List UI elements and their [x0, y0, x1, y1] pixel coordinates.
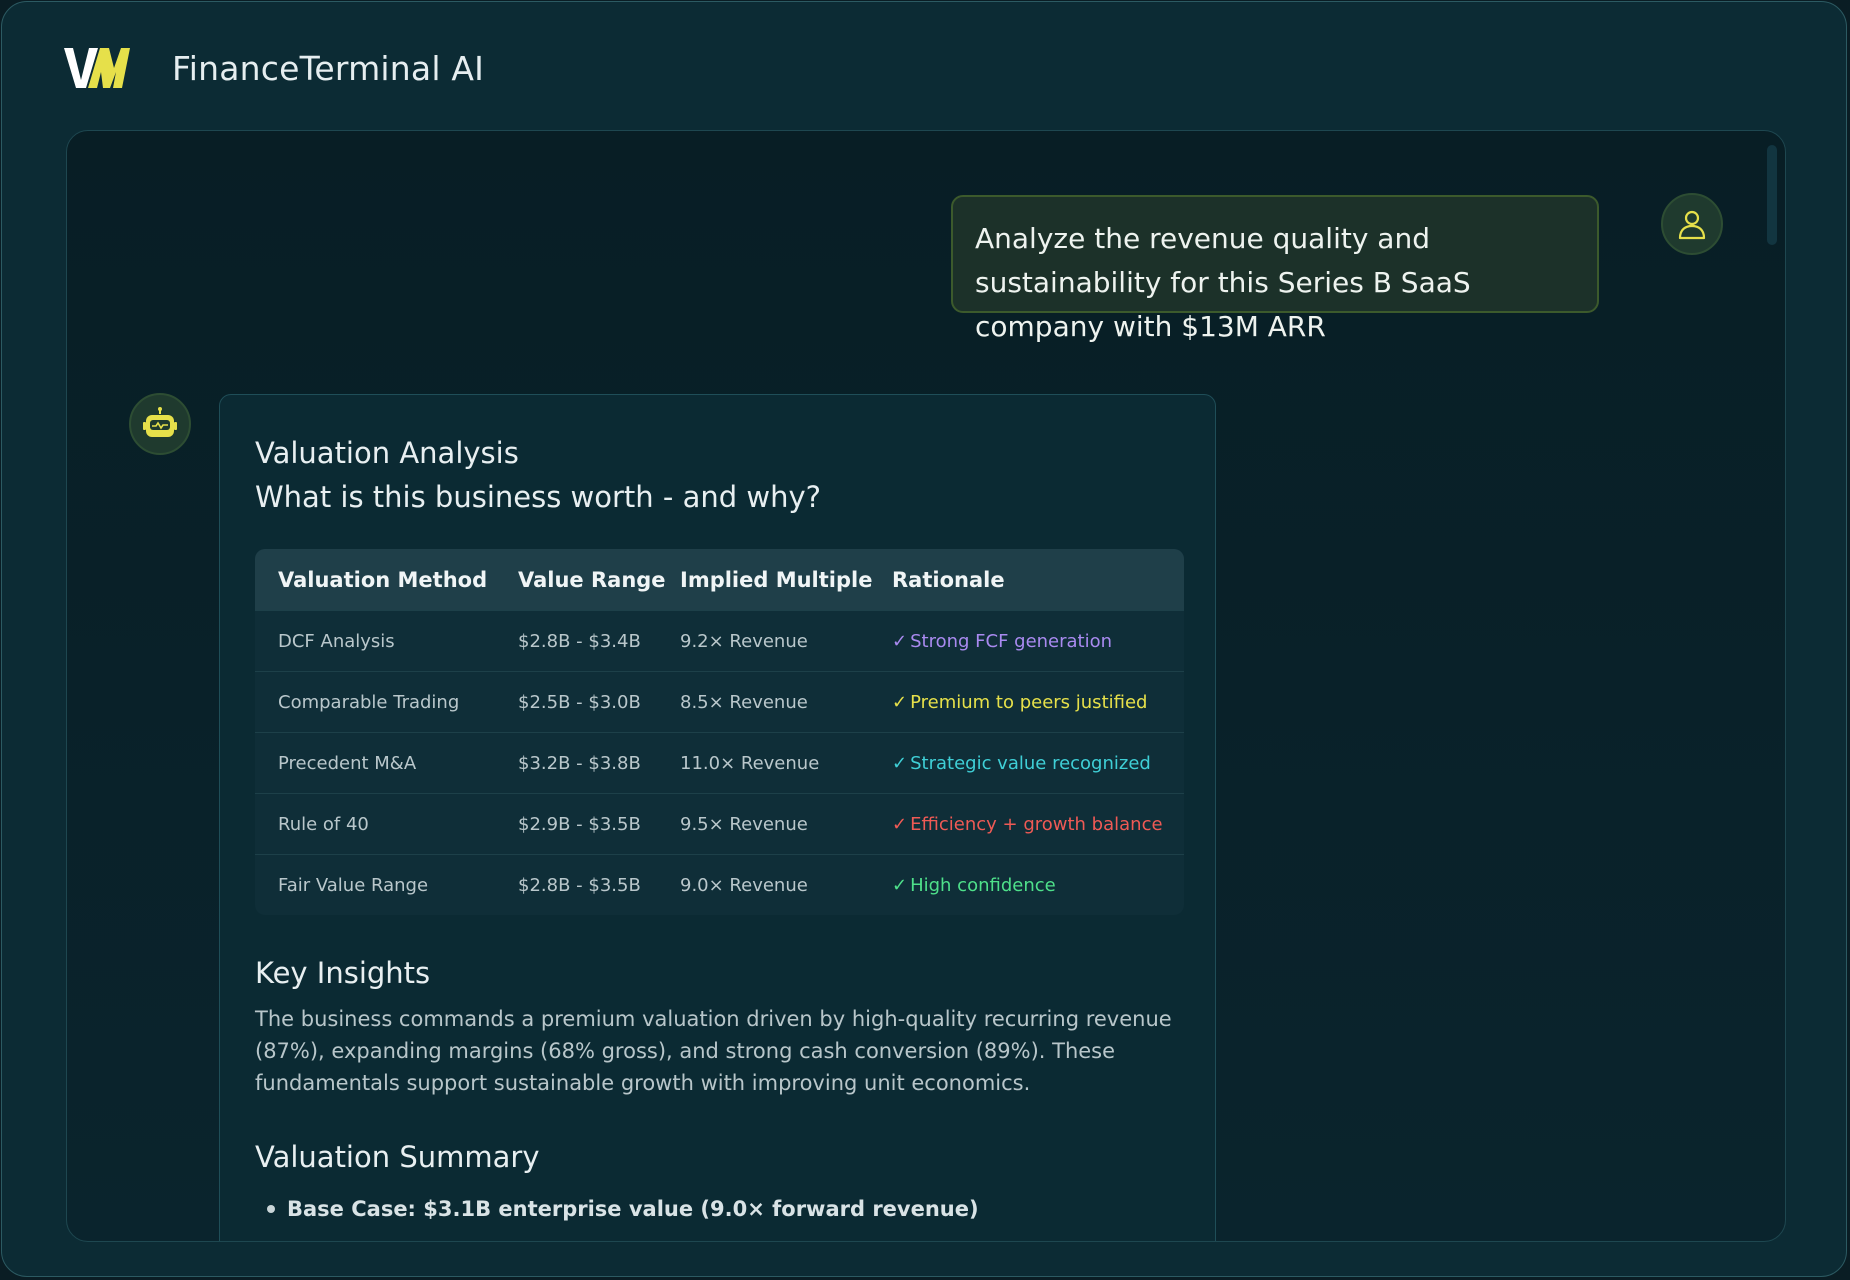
cell-multiple: 8.5× Revenue	[680, 691, 808, 713]
bullet-icon	[267, 1205, 275, 1213]
column-header-rationale: Rationale	[892, 567, 1005, 592]
app-title: FinanceTerminal AI	[172, 48, 485, 88]
scrollbar[interactable]	[1767, 145, 1777, 245]
cell-method: Fair Value Range	[278, 874, 429, 896]
summary-item-text: Base Case: $3.1B enterprise value (9.0× …	[287, 1197, 979, 1221]
user-icon	[1678, 210, 1706, 240]
robot-icon	[143, 407, 177, 437]
list-item: Base Case: $3.1B enterprise value (9.0× …	[255, 1193, 1180, 1225]
brand-logo	[64, 48, 130, 88]
cell-range: $2.9B - $3.5B	[518, 813, 641, 835]
response-title: Valuation Analysis	[255, 436, 519, 470]
table-row: Precedent M&A $3.2B - $3.8B 11.0× Revenu…	[255, 732, 1184, 793]
app-window: FinanceTerminal AI Analyze the revenue q…	[1, 1, 1847, 1277]
cell-range: $2.8B - $3.4B	[518, 630, 641, 652]
cell-method: Comparable Trading	[278, 691, 460, 713]
cell-rationale: ✓ Efficiency + growth balance	[892, 814, 1184, 835]
cell-rationale: ✓ Premium to peers justified	[892, 692, 1184, 713]
rationale-text: High confidence	[910, 874, 1056, 896]
valuation-summary-heading: Valuation Summary	[255, 1140, 540, 1174]
table-row: Fair Value Range $2.8B - $3.5B 9.0× Reve…	[255, 854, 1184, 915]
cell-method: DCF Analysis	[278, 630, 395, 652]
table-row: DCF Analysis $2.8B - $3.4B 9.2× Revenue …	[255, 610, 1184, 671]
user-message: Analyze the revenue quality and sustaina…	[951, 195, 1599, 343]
check-icon: ✓	[892, 691, 908, 713]
assistant-avatar	[129, 393, 191, 455]
check-icon: ✓	[892, 874, 908, 896]
column-header-range: Value Range	[518, 567, 666, 592]
cell-rationale: ✓ Strong FCF generation	[892, 631, 1184, 652]
summary-list: Base Case: $3.1B enterprise value (9.0× …	[255, 1193, 1180, 1225]
user-avatar	[1661, 193, 1723, 255]
valuation-table: Valuation Method Value Range Implied Mul…	[255, 549, 1184, 915]
check-icon: ✓	[892, 813, 908, 835]
rationale-text: Strong FCF generation	[910, 630, 1113, 652]
check-icon: ✓	[892, 630, 908, 652]
table-row: Rule of 40 $2.9B - $3.5B 9.5× Revenue ✓ E…	[255, 793, 1184, 854]
cell-range: $2.8B - $3.5B	[518, 874, 641, 896]
cell-method: Rule of 40	[278, 813, 369, 835]
chat-panel[interactable]: Analyze the revenue quality and sustaina…	[66, 130, 1786, 1242]
rationale-text: Strategic value recognized	[910, 752, 1151, 774]
rationale-text: Premium to peers justified	[910, 691, 1148, 713]
header: FinanceTerminal AI	[64, 44, 484, 92]
key-insights-heading: Key Insights	[255, 956, 431, 990]
cell-rationale: ✓ High confidence	[892, 875, 1184, 896]
cell-multiple: 9.2× Revenue	[680, 630, 808, 652]
table-row: Comparable Trading $2.5B - $3.0B 8.5× Re…	[255, 671, 1184, 732]
cell-range: $3.2B - $3.8B	[518, 752, 641, 774]
column-header-multiple: Implied Multiple	[680, 567, 873, 592]
cell-rationale: ✓ Strategic value recognized	[892, 753, 1184, 774]
cell-method: Precedent M&A	[278, 752, 417, 774]
cell-multiple: 11.0× Revenue	[680, 752, 820, 774]
cell-multiple: 9.0× Revenue	[680, 874, 808, 896]
rationale-text: Efficiency + growth balance	[910, 813, 1163, 835]
cell-range: $2.5B - $3.0B	[518, 691, 641, 713]
column-header-method: Valuation Method	[278, 567, 488, 592]
key-insights-text: The business commands a premium valuatio…	[255, 1007, 1172, 1095]
table-header: Valuation Method Value Range Implied Mul…	[255, 549, 1184, 610]
check-icon: ✓	[892, 752, 908, 774]
response-subtitle: What is this business worth - and why?	[255, 480, 822, 514]
cell-multiple: 9.5× Revenue	[680, 813, 808, 835]
assistant-response-card: Valuation Analysis What is this business…	[219, 394, 1216, 1241]
